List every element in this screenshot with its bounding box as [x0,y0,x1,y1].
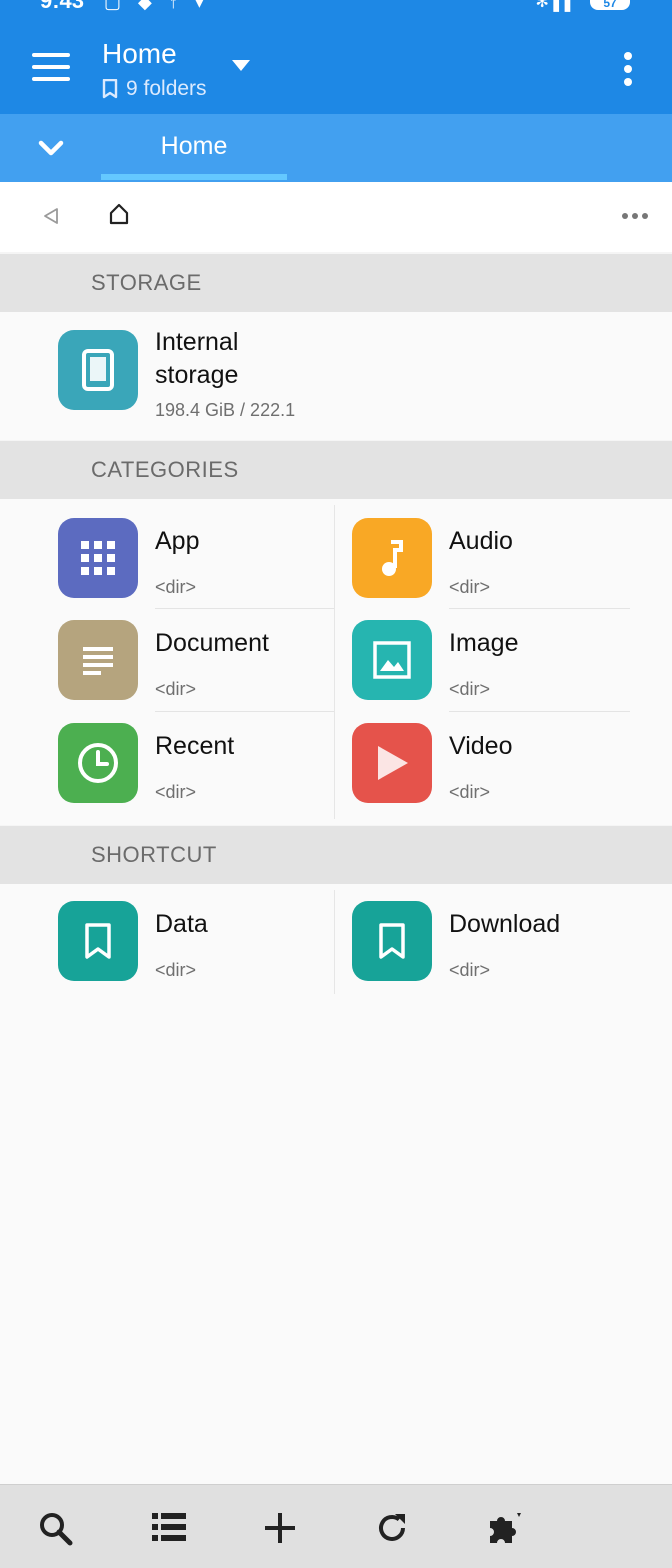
bottom-toolbar [0,1484,672,1568]
storage-header-label: STORAGE [91,270,202,295]
folder-count: 9 folders [102,77,207,101]
search-icon[interactable] [38,1511,74,1547]
more-horiz-icon[interactable] [622,212,648,220]
storage-name-line2: storage [155,361,239,389]
section-header-storage: STORAGE [0,254,672,312]
bookmark-icon [102,79,118,99]
category-app-label: App [155,527,200,555]
home-icon[interactable] [108,202,130,226]
dropdown-icon[interactable] [232,60,250,71]
chevron-down-icon[interactable] [38,136,64,160]
category-video[interactable]: Video <dir> [336,713,672,823]
grid-icon [58,518,138,598]
tab-home[interactable]: Home [101,114,287,182]
category-image-label: Image [449,629,519,657]
category-document-detail: <dir> [155,679,197,699]
battery-icon: 57 [590,0,630,10]
image-icon [352,620,432,700]
row-divider [155,711,334,712]
category-document[interactable]: Document <dir> [0,610,334,713]
storage-list: Internal storage 198.4 GiB / 222.1 [0,312,672,440]
category-video-detail: <dir> [449,782,491,802]
shortcut-download-label: Download [449,910,561,938]
tab-indicator [101,174,287,180]
play-icon [352,723,432,803]
row-divider [155,608,334,609]
more-vert-icon[interactable] [623,52,633,86]
shortcut-data-detail: <dir> [155,960,197,980]
category-app[interactable]: App <dir> [0,499,334,609]
app-bar: Home 9 folders [0,20,672,114]
page-title[interactable]: Home [102,38,177,70]
storage-usage: 198.4 GiB / 222.1 [155,400,296,420]
add-icon[interactable] [263,1511,297,1545]
bookmark-icon [58,901,138,981]
row-divider [449,608,630,609]
storage-name-line1: Internal [155,328,239,356]
folder-count-text: 9 folders [126,77,207,100]
category-audio-label: Audio [449,527,513,555]
bookmark-icon [352,901,432,981]
section-header-categories: CATEGORIES [0,441,672,499]
document-icon [58,620,138,700]
breadcrumb [0,182,672,252]
notification-icons: ▢ ◆ ↑ ▾ [104,0,210,12]
categories-header-label: CATEGORIES [91,457,239,482]
music-note-icon [352,518,432,598]
category-recent-detail: <dir> [155,782,197,802]
status-time: 9:43 [40,0,85,13]
row-divider [449,711,630,712]
shortcut-data[interactable]: Data <dir> [0,884,334,998]
extension-icon[interactable] [486,1511,522,1545]
signal-icon: ✻ ▌▌ [535,0,576,11]
category-image[interactable]: Image <dir> [336,610,672,713]
category-recent[interactable]: Recent <dir> [0,713,334,823]
category-app-detail: <dir> [155,577,197,597]
category-audio[interactable]: Audio <dir> [336,499,672,609]
section-header-shortcut: SHORTCUT [0,826,672,884]
category-video-label: Video [449,732,513,760]
shortcut-download-detail: <dir> [449,960,491,980]
category-image-detail: <dir> [449,679,491,699]
list-icon[interactable] [152,1511,186,1543]
shortcut-header-label: SHORTCUT [91,842,217,867]
tab-bar: Home [0,114,672,182]
category-document-label: Document [155,629,269,657]
shortcut-data-label: Data [155,910,208,938]
shortcut-grid: Data <dir> Download <dir> [0,884,672,1484]
category-audio-detail: <dir> [449,577,491,597]
refresh-icon[interactable] [375,1511,409,1545]
shortcut-download[interactable]: Download <dir> [336,884,672,998]
categories-grid: App <dir> Audio <dir> Document <dir> Ima… [0,499,672,825]
back-icon[interactable] [42,206,60,226]
menu-icon[interactable] [32,53,70,81]
status-bar: 9:43 ▢ ◆ ↑ ▾ ✻ ▌▌ 57 [0,0,672,20]
tablet-icon [58,330,138,410]
clock-icon [58,723,138,803]
column-divider [334,890,335,994]
storage-item-internal[interactable]: Internal storage 198.4 GiB / 222.1 [0,312,672,440]
column-divider [334,505,335,819]
category-recent-label: Recent [155,732,235,760]
